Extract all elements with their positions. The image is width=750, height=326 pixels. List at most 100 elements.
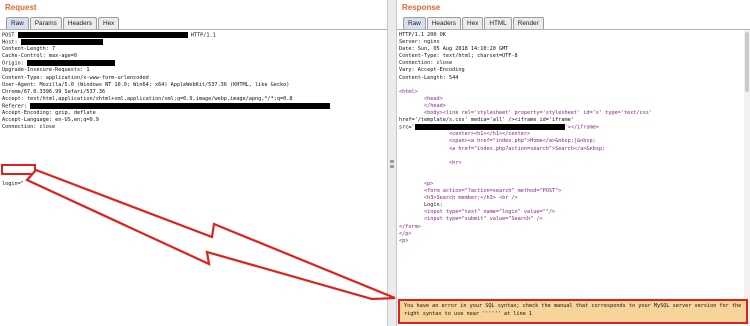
pane-splitter[interactable] xyxy=(387,0,397,326)
response-html-line: href='/template/s.css' media='all' /><if… xyxy=(399,117,652,124)
request-line: Accept-Encoding: gzip, deflate xyxy=(2,110,330,117)
response-lines: HTTP/1.1 200 OK Server: nginx Date: Sun, 0… xyxy=(399,32,652,245)
tab-raw[interactable]: Raw xyxy=(403,17,426,29)
response-html-text: <form action="?action=search" method="PO… xyxy=(399,188,562,195)
request-editor[interactable]: POST HTTP/1.1 Host: Content-Length: 7 Cach… xyxy=(0,29,387,326)
response-html-line: </head> xyxy=(399,103,652,110)
response-header-line: Server: nginx xyxy=(399,39,440,46)
response-html-line: <body><link rel='stylesheet' property='s… xyxy=(399,110,652,117)
response-html-line: <p> xyxy=(399,181,652,188)
response-html-text: <input type="submit" value="Search" /> xyxy=(399,216,543,223)
response-header-line: Vary: Accept-Encoding xyxy=(399,67,465,74)
response-html-text: <h3>Search member:</h3> <br /> xyxy=(399,195,518,202)
redacted-block xyxy=(414,124,565,131)
tab-hex[interactable]: Hex xyxy=(461,17,484,29)
response-html-text: </form> xyxy=(399,223,421,230)
response-html-line xyxy=(399,82,652,89)
response-tabs: Raw Headers Hex HTML Render xyxy=(403,17,545,29)
response-html-line: Login: xyxy=(399,202,652,209)
request-line-text: Chrome/67.0.3396.99 Safari/537.36 xyxy=(2,88,106,95)
request-line: Upgrade-Insecure-Requests: 1 xyxy=(2,67,330,74)
response-html-line: <input type="text" name="login" value=""… xyxy=(399,209,652,216)
request-line-text: Origin: xyxy=(2,60,27,67)
tab-headers[interactable]: Headers xyxy=(62,17,97,29)
response-html-line: </form> xyxy=(399,224,652,231)
response-header-line: Content-Length: 544 xyxy=(399,74,459,81)
response-scrollbar[interactable] xyxy=(744,30,750,326)
response-html-line xyxy=(399,174,652,181)
response-html-line xyxy=(399,153,652,160)
request-line-text: Upgrade-Insecure-Requests: 1 xyxy=(2,67,90,74)
response-header-line: Connection: close xyxy=(399,60,453,67)
response-html-text: <html> xyxy=(399,88,418,95)
splitter-grip xyxy=(390,165,394,168)
response-header-line: Content-Type: text/html; charset=UTF-8 xyxy=(399,53,518,60)
request-line: Accept: text/html,application/xhtml+xml,… xyxy=(2,96,330,103)
request-line: Connection: close xyxy=(2,124,330,131)
response-html-line: <input type="submit" value="Search" /> xyxy=(399,216,652,223)
response-title: Response xyxy=(402,3,441,12)
response-editor[interactable]: HTTP/1.1 200 OK Server: nginx Date: Sun, 0… xyxy=(397,29,750,326)
response-html-line xyxy=(399,167,652,174)
sql-error-message: You have an error in your SQL syntax; ch… xyxy=(398,299,748,324)
response-html-text: <hr> xyxy=(399,159,462,166)
request-tabs: Raw Params Headers Hex xyxy=(6,17,120,29)
request-line-text: Cache-Control: max-age=0 xyxy=(2,53,77,60)
scrollbar-thumb[interactable] xyxy=(745,32,749,92)
response-html-text: <span><a href="index.php">Home</a>&nbsp;… xyxy=(399,138,596,145)
request-line: Host: xyxy=(2,39,330,46)
response-html-text: <body><link rel='stylesheet' property='s… xyxy=(399,110,652,117)
response-html-line: <head> xyxy=(399,96,652,103)
response-html-text: Login: xyxy=(399,202,443,209)
response-header-line: Date: Sun, 05 Aug 2018 14:10:20 GMT xyxy=(399,46,509,53)
response-html-line: <span><a href="index.php">Home</a>&nbsp;… xyxy=(399,138,652,145)
request-pane: Request Raw Params Headers Hex POST HTTP… xyxy=(0,0,387,326)
login-highlight-box xyxy=(1,164,36,175)
request-line: Cache-Control: max-age=0 xyxy=(2,53,330,60)
request-line xyxy=(2,138,330,145)
response-html-text: <a href="index.php?action=search">Search… xyxy=(399,145,606,152)
tab-hex[interactable]: Hex xyxy=(97,17,120,29)
request-line-text: Content-Length: 7 xyxy=(2,46,56,53)
request-line-text: Connection: close xyxy=(2,124,56,131)
request-line: Content-Length: 7 xyxy=(2,46,330,53)
response-html-text: src=' xyxy=(399,124,415,131)
request-line-text: Referer: xyxy=(2,103,31,110)
tab-raw[interactable]: Raw xyxy=(6,17,29,29)
response-html-text: <p> xyxy=(399,237,409,244)
request-line-text: Host: xyxy=(2,39,21,46)
request-line: Origin: xyxy=(2,60,330,67)
response-html-line: </p> xyxy=(399,231,652,238)
request-line xyxy=(2,131,330,138)
tab-render[interactable]: Render xyxy=(512,17,544,29)
request-line: User-Agent: Mozilla/5.0 (Windows NT 10.0… xyxy=(2,82,330,89)
response-html-line: <center><h1></h1></center> xyxy=(399,131,652,138)
request-lines: POST HTTP/1.1 Host: Content-Length: 7 Cach… xyxy=(2,32,331,153)
response-html-text: href='/template/s.css' media='all' /><if… xyxy=(399,117,574,124)
response-html-text: </p> xyxy=(399,230,412,237)
request-line: Chrome/67.0.3396.99 Safari/537.36 xyxy=(2,89,330,96)
response-header-line: HTTP/1.1 200 OK xyxy=(399,32,446,38)
request-line xyxy=(2,146,330,153)
iframe-close-text: '></iframe> xyxy=(564,124,599,131)
response-html-text: <center><h1></h1></center> xyxy=(399,131,531,138)
request-line-text: Accept-Encoding: gzip, deflate xyxy=(2,110,96,117)
request-line: Accept-Language: en-US,en;q=0.9 xyxy=(2,117,330,124)
tab-html[interactable]: HTML xyxy=(484,17,512,29)
request-body-line: login=" xyxy=(2,181,24,188)
response-html-line: <a href="index.php?action=search">Search… xyxy=(399,146,652,153)
response-html-line: <hr> xyxy=(399,160,652,167)
redacted-block xyxy=(20,39,103,46)
request-line-text: User-Agent: Mozilla/5.0 (Windows NT 10.0… xyxy=(2,81,290,88)
response-html-line: <p> xyxy=(399,238,652,245)
redacted-block xyxy=(17,32,188,38)
request-line: Referer: xyxy=(2,102,331,110)
request-line-text: Content-Type: application/x-www-form-url… xyxy=(2,74,149,81)
request-line-text: Accept-Language: en-US,en;q=0.9 xyxy=(2,117,99,124)
tab-headers[interactable]: Headers xyxy=(426,17,461,29)
splitter-grip xyxy=(390,160,394,163)
request-title: Request xyxy=(5,3,37,12)
response-html-line: <html> xyxy=(399,89,652,96)
tab-params[interactable]: Params xyxy=(29,17,62,29)
redacted-block xyxy=(30,102,331,109)
